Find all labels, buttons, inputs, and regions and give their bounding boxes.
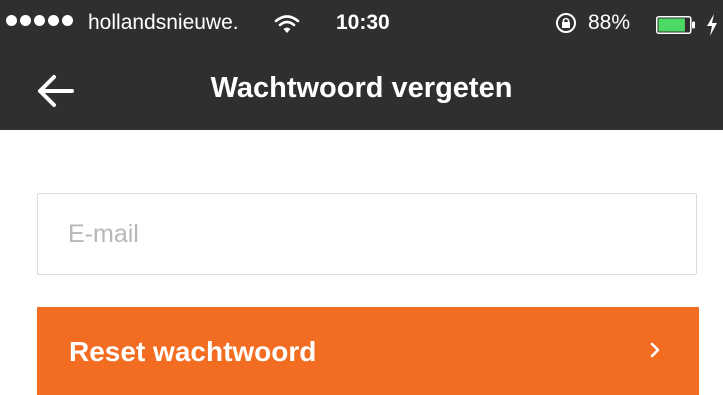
wifi-icon — [274, 15, 300, 33]
page-title: Wachtwoord vergeten — [210, 72, 513, 104]
signal-dot — [62, 15, 73, 26]
signal-dot — [6, 15, 17, 26]
battery-fill — [658, 18, 685, 32]
carrier-name: hollandsnieuwe. — [88, 11, 239, 34]
chevron-right-icon — [650, 342, 660, 358]
signal-dot — [20, 15, 31, 26]
reset-password-button[interactable]: Reset wachtwoord — [37, 307, 699, 395]
signal-strength-icon — [6, 15, 73, 26]
status-bar: hollandsnieuwe. 10:30 88% — [0, 0, 723, 52]
reset-password-label: Reset wachtwoord — [69, 336, 317, 367]
rotation-lock-icon — [556, 13, 576, 33]
app-header: hollandsnieuwe. 10:30 88% Wachtwoord ver… — [0, 0, 723, 130]
signal-dot — [48, 15, 59, 26]
navigation-bar: Wachtwoord vergeten — [0, 52, 723, 130]
battery-icon — [656, 16, 695, 34]
signal-dot — [34, 15, 45, 26]
email-field[interactable] — [37, 193, 697, 275]
status-time: 10:30 — [336, 11, 390, 34]
charging-bolt-icon — [707, 14, 717, 36]
battery-percent: 88% — [588, 11, 631, 34]
